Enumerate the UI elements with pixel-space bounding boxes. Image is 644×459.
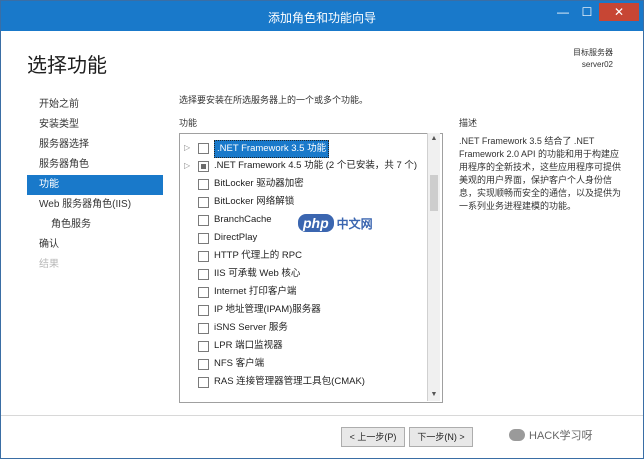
feature-label[interactable]: Internet 打印客户端 xyxy=(214,284,296,300)
nav-item-server-roles[interactable]: 服务器角色 xyxy=(27,155,163,175)
feature-label[interactable]: RAS 连接管理器管理工具包(CMAK) xyxy=(214,374,365,390)
feature-row[interactable]: NFS 客户端 xyxy=(180,356,428,372)
feature-row[interactable]: BitLocker 驱动器加密 xyxy=(180,176,428,192)
feature-row[interactable]: RAS 连接管理器管理工具包(CMAK) xyxy=(180,374,428,390)
features-label: 功能 xyxy=(179,118,198,128)
maximize-button[interactable]: ☐ xyxy=(575,3,599,21)
feature-row[interactable]: Internet 打印客户端 xyxy=(180,284,428,300)
nav-item-server-selection[interactable]: 服务器选择 xyxy=(27,135,163,155)
feature-label[interactable]: .NET Framework 4.5 功能 (2 个已安装，共 7 个) xyxy=(214,158,417,174)
wizard-window: 添加角色和功能向导 — ☐ ✕ 选择功能 目标服务器 server02 开始之前… xyxy=(0,0,644,459)
feature-row[interactable]: ▷ .NET Framework 4.5 功能 (2 个已安装，共 7 个) xyxy=(180,158,428,174)
nav-item-confirmation[interactable]: 确认 xyxy=(27,235,163,255)
window-title: 添加角色和功能向导 xyxy=(267,11,376,25)
feature-label[interactable]: BranchCache xyxy=(214,212,272,228)
feature-row[interactable]: IP 地址管理(IPAM)服务器 xyxy=(180,302,428,318)
nav-item-results: 结果 xyxy=(39,259,59,270)
instruction-text: 选择要安装在所选服务器上的一个或多个功能。 xyxy=(179,95,369,105)
php-cn-text: 中文网 xyxy=(336,216,373,231)
nav-item-role-services[interactable]: 角色服务 xyxy=(27,215,163,235)
nav-item-installation-type[interactable]: 安装类型 xyxy=(27,115,163,135)
window-controls: — ☐ ✕ xyxy=(551,3,639,21)
feature-checkbox[interactable] xyxy=(198,359,209,370)
feature-checkbox[interactable] xyxy=(198,269,209,280)
footer-divider xyxy=(1,415,643,416)
expand-icon[interactable]: ▷ xyxy=(184,140,194,156)
feature-label[interactable]: IP 地址管理(IPAM)服务器 xyxy=(214,302,321,318)
features-list[interactable]: ▷ .NET Framework 3.5 功能 ▷ .NET Framework… xyxy=(179,133,443,403)
wechat-icon xyxy=(509,429,525,441)
feature-checkbox[interactable] xyxy=(198,233,209,244)
feature-label[interactable]: LPR 端口监视器 xyxy=(214,338,283,354)
nav-item-before-you-begin[interactable]: 开始之前 xyxy=(27,95,163,115)
feature-checkbox[interactable] xyxy=(198,341,209,352)
php-logo: php xyxy=(298,214,334,232)
php-watermark: php 中文网 xyxy=(298,214,373,232)
feature-checkbox[interactable] xyxy=(198,161,209,172)
feature-label[interactable]: IIS 可承载 Web 核心 xyxy=(214,266,300,282)
feature-label[interactable]: BitLocker 驱动器加密 xyxy=(214,176,304,192)
feature-checkbox[interactable] xyxy=(198,287,209,298)
minimize-button[interactable]: — xyxy=(551,3,575,21)
title-bar[interactable]: 添加角色和功能向导 — ☐ ✕ xyxy=(1,1,643,31)
wizard-nav: 开始之前 安装类型 服务器选择 服务器角色 功能 Web 服务器角色(IIS) … xyxy=(27,95,163,275)
description-text: .NET Framework 3.5 结合了 .NET Framework 2.… xyxy=(459,136,622,211)
close-button[interactable]: ✕ xyxy=(599,3,639,21)
scroll-down-icon[interactable]: ▼ xyxy=(428,389,440,401)
feature-checkbox[interactable] xyxy=(198,179,209,190)
scrollbar-thumb[interactable] xyxy=(430,175,438,211)
features-scrollbar[interactable]: ▲ ▼ xyxy=(427,133,440,401)
feature-label[interactable]: NFS 客户端 xyxy=(214,356,264,372)
feature-row[interactable]: iSNS Server 服务 xyxy=(180,320,428,336)
feature-row[interactable]: ▷ .NET Framework 3.5 功能 xyxy=(180,140,428,158)
feature-checkbox[interactable] xyxy=(198,251,209,262)
feature-checkbox[interactable] xyxy=(198,377,209,388)
hack-watermark: HACK学习呀 xyxy=(509,427,593,443)
feature-row[interactable]: IIS 可承载 Web 核心 xyxy=(180,266,428,282)
previous-button[interactable]: < 上一步(P) xyxy=(341,427,405,447)
feature-checkbox[interactable] xyxy=(198,215,209,226)
feature-row[interactable]: DirectPlay xyxy=(180,230,428,246)
feature-row[interactable]: LPR 端口监视器 xyxy=(180,338,428,354)
feature-row[interactable]: HTTP 代理上的 RPC xyxy=(180,248,428,264)
feature-label[interactable]: DirectPlay xyxy=(214,230,257,246)
feature-label[interactable]: .NET Framework 3.5 功能 xyxy=(214,140,330,158)
expand-icon[interactable]: ▷ xyxy=(184,158,194,174)
hack-watermark-text: HACK学习呀 xyxy=(529,430,593,442)
destination-server-label: 目标服务器 xyxy=(573,48,613,57)
description-label: 描述 xyxy=(459,118,478,128)
nav-item-web-server-role[interactable]: Web 服务器角色(IIS) xyxy=(27,195,163,215)
next-button[interactable]: 下一步(N) > xyxy=(409,427,473,447)
feature-checkbox[interactable] xyxy=(198,305,209,316)
nav-item-features[interactable]: 功能 xyxy=(27,175,163,195)
page-title: 选择功能 xyxy=(27,53,107,77)
destination-server-name: server02 xyxy=(581,60,613,69)
feature-label[interactable]: HTTP 代理上的 RPC xyxy=(214,248,302,264)
scroll-up-icon[interactable]: ▲ xyxy=(428,133,440,145)
feature-row[interactable]: BitLocker 网络解锁 xyxy=(180,194,428,210)
destination-server: 目标服务器 server02 xyxy=(573,47,613,71)
feature-label[interactable]: iSNS Server 服务 xyxy=(214,320,288,336)
feature-checkbox[interactable] xyxy=(198,323,209,334)
feature-checkbox[interactable] xyxy=(198,197,209,208)
feature-checkbox[interactable] xyxy=(198,143,209,154)
feature-label[interactable]: BitLocker 网络解锁 xyxy=(214,194,294,210)
